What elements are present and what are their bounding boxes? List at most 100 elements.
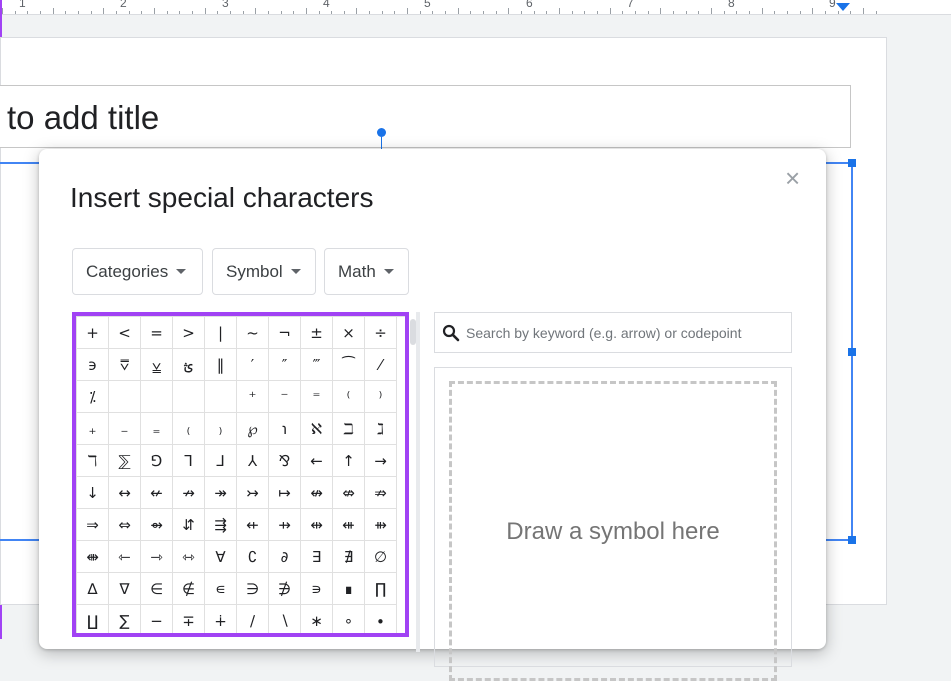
character-cell[interactable]: ₎ xyxy=(205,413,237,445)
character-cell[interactable]: ⅃ xyxy=(205,445,237,477)
character-cell[interactable]: | xyxy=(205,317,237,349)
character-cell[interactable]: ‖ xyxy=(205,349,237,381)
character-cell[interactable] xyxy=(173,381,205,413)
resize-handle-bottom-right[interactable] xyxy=(848,536,856,544)
character-cell[interactable]: ∇ xyxy=(109,573,141,605)
character-cell[interactable]: ₊ xyxy=(77,413,109,445)
character-cell[interactable]: ⇵ xyxy=(173,509,205,541)
character-cell[interactable]: ∉ xyxy=(173,573,205,605)
character-cell[interactable]: ∑ xyxy=(109,605,141,633)
character-cell[interactable]: ∄ xyxy=(333,541,365,573)
character-cell[interactable]: ↓ xyxy=(77,477,109,509)
character-cell[interactable]: ← xyxy=(301,445,333,477)
character-cell[interactable]: ∃ xyxy=(301,541,333,573)
character-cell[interactable]: ⅋ xyxy=(269,445,301,477)
character-cell[interactable]: ↛ xyxy=(173,477,205,509)
character-cell[interactable]: > xyxy=(173,317,205,349)
character-cell[interactable]: ↑ xyxy=(333,445,365,477)
character-cell[interactable]: ↚ xyxy=(141,477,173,509)
character-cell[interactable]: ÷ xyxy=(365,317,397,349)
character-cell[interactable]: ↠ xyxy=(205,477,237,509)
character-cell[interactable]: × xyxy=(333,317,365,349)
character-cell[interactable]: ∏ xyxy=(365,573,397,605)
draw-symbol-area[interactable]: Draw a symbol here xyxy=(449,381,777,681)
character-cell[interactable]: ⅀ xyxy=(109,445,141,477)
character-cell[interactable]: ؿ xyxy=(173,349,205,381)
math-dropdown[interactable]: Math xyxy=(324,248,409,295)
categories-dropdown[interactable]: Categories xyxy=(72,248,203,295)
character-cell[interactable]: ↦ xyxy=(269,477,301,509)
character-cell[interactable] xyxy=(109,381,141,413)
character-cell[interactable]: ⁻ xyxy=(269,381,301,413)
character-cell[interactable]: ⁒ xyxy=(77,381,109,413)
character-cell[interactable]: ℵ xyxy=(301,413,333,445)
character-cell[interactable]: ∙ xyxy=(365,605,397,633)
character-cell[interactable]: ⅄ xyxy=(237,445,269,477)
character-cell[interactable]: ∆ xyxy=(77,573,109,605)
character-cell[interactable]: ⇾ xyxy=(141,541,173,573)
character-cell[interactable]: ∔ xyxy=(205,605,237,633)
character-cell[interactable]: ∈ xyxy=(141,573,173,605)
character-cell[interactable]: ℩ xyxy=(269,413,301,445)
symbol-dropdown[interactable]: Symbol xyxy=(212,248,316,295)
character-cell[interactable]: ⇔ xyxy=(109,509,141,541)
character-cell[interactable]: ⁺ xyxy=(237,381,269,413)
character-cell[interactable]: ↣ xyxy=(237,477,269,509)
character-cell[interactable]: ⁽ xyxy=(333,381,365,413)
character-cell[interactable]: ⇻ xyxy=(365,509,397,541)
symbol-search-box[interactable] xyxy=(434,312,792,353)
character-cell[interactable]: ⇶ xyxy=(205,509,237,541)
character-cell[interactable]: ⅁ xyxy=(141,445,173,477)
search-input[interactable] xyxy=(464,316,791,349)
character-cell[interactable]: ₍ xyxy=(173,413,205,445)
character-cell[interactable]: = xyxy=(141,317,173,349)
character-cell[interactable]: ⇺ xyxy=(333,509,365,541)
character-cell[interactable]: ∁ xyxy=(237,541,269,573)
character-cell[interactable]: ↔ xyxy=(109,477,141,509)
character-cell[interactable]: ⇿ xyxy=(173,541,205,573)
character-cell[interactable]: ∕ xyxy=(237,605,269,633)
character-cell[interactable]: ∖ xyxy=(269,605,301,633)
character-cell[interactable]: ∘ xyxy=(333,605,365,633)
character-cell[interactable]: ⇏ xyxy=(365,477,397,509)
character-cell[interactable]: ↮ xyxy=(301,477,333,509)
character-cell[interactable]: ′ xyxy=(237,349,269,381)
resize-handle-top-right[interactable] xyxy=(848,159,856,167)
character-cell[interactable]: ⁼ xyxy=(301,381,333,413)
character-cell[interactable]: ∍ xyxy=(301,573,333,605)
character-cell[interactable]: ∋ xyxy=(237,573,269,605)
character-cell[interactable]: ⇷ xyxy=(237,509,269,541)
character-cell[interactable] xyxy=(205,381,237,413)
character-cell[interactable]: ⇼ xyxy=(77,541,109,573)
grid-scrollbar-thumb[interactable] xyxy=(410,319,416,345)
character-cell[interactable]: ₌ xyxy=(141,413,173,445)
character-cell[interactable]: ℷ xyxy=(365,413,397,445)
character-cell[interactable]: < xyxy=(109,317,141,349)
character-cell[interactable]: ⇽ xyxy=(109,541,141,573)
character-cell[interactable]: + xyxy=(77,317,109,349)
rotate-handle[interactable] xyxy=(377,128,386,137)
character-cell[interactable]: ₋ xyxy=(109,413,141,445)
character-cell[interactable]: ‴ xyxy=(301,349,333,381)
close-icon[interactable]: × xyxy=(785,165,800,191)
character-cell[interactable]: ∀ xyxy=(205,541,237,573)
character-cell[interactable]: ϶ xyxy=(77,349,109,381)
resize-handle-mid-right[interactable] xyxy=(848,348,856,356)
character-cell[interactable]: ℶ xyxy=(333,413,365,445)
character-cell[interactable]: ℘ xyxy=(237,413,269,445)
character-cell[interactable]: ∅ xyxy=(365,541,397,573)
character-cell[interactable]: ⇹ xyxy=(301,509,333,541)
character-cell[interactable]: ~ xyxy=(237,317,269,349)
character-cell[interactable]: ″ xyxy=(269,349,301,381)
character-cell[interactable]: ∎ xyxy=(333,573,365,605)
character-cell[interactable]: ∗ xyxy=(301,605,333,633)
character-cell[interactable]: ⇸ xyxy=(269,509,301,541)
character-cell[interactable]: → xyxy=(365,445,397,477)
character-cell[interactable] xyxy=(141,381,173,413)
slide-title-placeholder[interactable]: to add title xyxy=(0,85,851,148)
character-cell[interactable]: ⩢ xyxy=(109,349,141,381)
character-cell[interactable]: ∐ xyxy=(77,605,109,633)
character-cell[interactable]: ¬ xyxy=(269,317,301,349)
character-cell[interactable]: ∂ xyxy=(269,541,301,573)
character-cell[interactable]: ⇴ xyxy=(141,509,173,541)
